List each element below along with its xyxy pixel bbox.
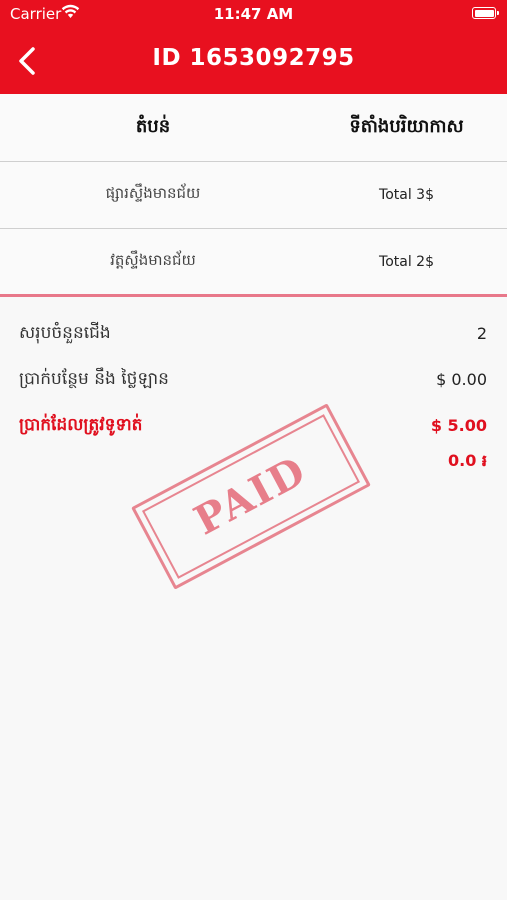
status-bar: Carrier 11:47 AM bbox=[0, 0, 507, 28]
page-title: ID 1653092795 bbox=[152, 45, 355, 71]
payment-summary: សរុបចំនួនជើង 2 ប្រាក់បន្ថែម នឹង ថ្លៃឡាន … bbox=[0, 320, 507, 458]
extra-fee-label: ប្រាក់បន្ថែម នឹង ថ្លៃឡាន bbox=[19, 369, 169, 389]
column-header-location: ទីតាំងបរិយាកាស bbox=[349, 116, 464, 137]
amount-due-label: ប្រាក់ដែលត្រូវទូទាត់ bbox=[19, 415, 143, 435]
app-header: Carrier 11:47 AM ID 1653092795 bbox=[0, 0, 507, 94]
table-row: វត្តស្ទឹងមានជ័យ Total 2$ bbox=[0, 229, 507, 296]
extra-fee-value: $ 0.00 bbox=[436, 370, 487, 389]
trip-count-label: សរុបចំនួនជើង bbox=[19, 323, 111, 343]
trip-count-value: 2 bbox=[476, 324, 487, 343]
amount-due-value: $ 5.00 bbox=[430, 416, 487, 435]
column-header-area: តំបន់ bbox=[135, 116, 171, 137]
summary-row-count: សរុបចំនួនជើង 2 bbox=[0, 320, 507, 366]
amount-due-riel: 0.0 ៛ bbox=[448, 451, 487, 470]
row-total: Total 2$ bbox=[379, 254, 434, 270]
table-header-row: តំបន់ ទីតាំងបរិយាកាស bbox=[0, 94, 507, 162]
clock: 11:47 AM bbox=[213, 5, 294, 23]
row-total: Total 3$ bbox=[379, 187, 434, 203]
battery-icon bbox=[472, 7, 499, 19]
section-divider bbox=[0, 294, 507, 297]
table-row: ផ្សារស្ទឹងមានជ័យ Total 3$ bbox=[0, 162, 507, 229]
row-location-name: វត្តស្ទឹងមានជ័យ bbox=[110, 251, 196, 269]
route-table: តំបន់ ទីតាំងបរិយាកាស ផ្សារស្ទឹងមានជ័យ To… bbox=[0, 94, 507, 296]
row-location-name: ផ្សារស្ទឹងមានជ័យ bbox=[105, 184, 201, 202]
summary-row-extra: ប្រាក់បន្ថែម នឹង ថ្លៃឡាន $ 0.00 bbox=[0, 366, 507, 412]
